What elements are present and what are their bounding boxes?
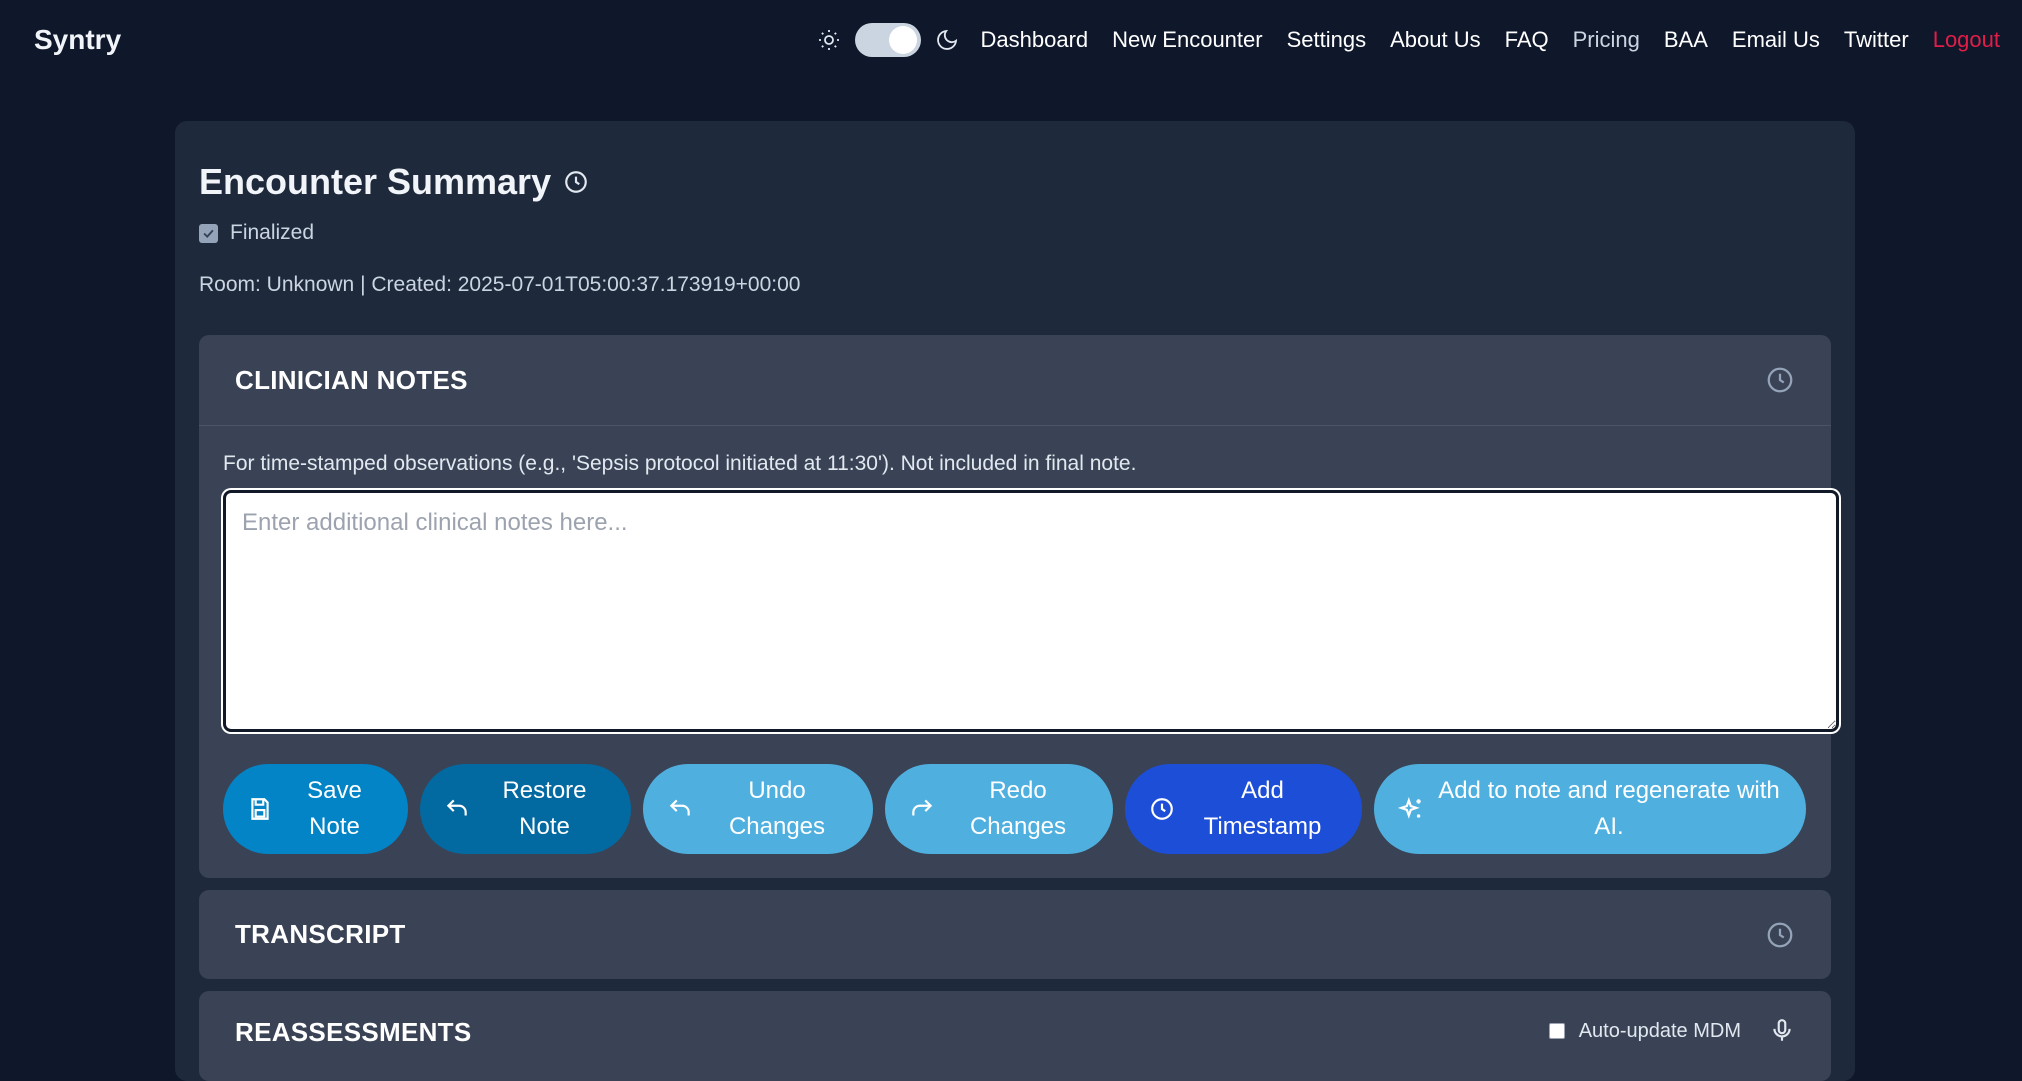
nav-link-baa[interactable]: BAA (1664, 27, 1708, 53)
nav-links: Dashboard New Encounter Settings About U… (981, 27, 2000, 53)
check-icon (203, 229, 214, 238)
nav-link-pricing[interactable]: Pricing (1573, 27, 1640, 53)
regenerate-with-ai-label: Add to note and regenerate with AI. (1438, 777, 1780, 840)
redo-arrow-icon (912, 799, 933, 816)
auto-update-mdm-label: Auto-update MDM (1578, 1019, 1741, 1042)
nav-link-dashboard[interactable]: Dashboard (981, 27, 1089, 53)
title-row: Encounter Summary (199, 161, 1831, 203)
notes-button-row: Save Note Restore Note Undo Changes Redo… (223, 764, 1807, 854)
redo-changes-label: Redo Changes (969, 777, 1067, 840)
redo-changes-button[interactable]: Redo Changes (885, 764, 1113, 854)
encounter-meta: Room: Unknown | Created: 2025-07-01T05:0… (199, 273, 801, 296)
clock-icon (1151, 798, 1173, 820)
brand-logo[interactable]: Syntry (34, 24, 121, 56)
reassessments-header[interactable]: REASSESSMENTS Auto-update MDM (199, 991, 1831, 1081)
save-note-label: Save Note (307, 777, 362, 840)
undo-changes-button[interactable]: Undo Changes (643, 764, 873, 854)
finalized-row: Finalized (199, 221, 1831, 245)
microphone-icon[interactable] (1769, 1017, 1795, 1045)
moon-icon (936, 29, 957, 50)
page-title: Encounter Summary (199, 161, 552, 202)
nav-link-settings[interactable]: Settings (1287, 27, 1367, 53)
regenerate-with-ai-button[interactable]: Add to note and regenerate with AI. (1374, 764, 1806, 854)
save-note-button[interactable]: Save Note (223, 764, 408, 854)
clinician-notes-header[interactable]: CLINICIAN NOTES (199, 335, 1831, 425)
undo-arrow-icon (669, 799, 690, 816)
undo-changes-label: Undo Changes (728, 777, 826, 840)
theme-switch[interactable] (854, 23, 921, 57)
clock-icon[interactable] (1765, 920, 1795, 950)
nav-right: Dashboard New Encounter Settings About U… (817, 23, 2000, 57)
nav-link-email-us[interactable]: Email Us (1732, 27, 1820, 53)
sun-icon (818, 30, 839, 50)
clinician-notes-hint: For time-stamped observations (e.g., 'Se… (223, 452, 1137, 475)
reassessments-title: REASSESSMENTS (235, 1017, 472, 1047)
transcript-title: TRANSCRIPT (235, 919, 406, 949)
theme-switch-knob (888, 26, 917, 54)
reassessments-controls: Auto-update MDM (1548, 1017, 1795, 1045)
theme-toggle (817, 23, 959, 57)
finalized-checkbox[interactable] (199, 223, 218, 243)
nav-link-new-encounter[interactable]: New Encounter (1112, 27, 1262, 53)
clinical-notes-textarea[interactable] (223, 490, 1839, 732)
restore-note-label: Restore Note (502, 777, 587, 840)
encounter-card: Encounter Summary Finalized Room: Unknow… (175, 121, 1855, 1081)
finalized-label: Finalized (230, 221, 315, 244)
clinician-notes-title: CLINICIAN NOTES (235, 364, 468, 395)
reassessments-section: REASSESSMENTS Auto-update MDM (199, 991, 1831, 1081)
save-icon (251, 798, 269, 820)
undo-arrow-icon (446, 799, 467, 816)
nav-link-faq[interactable]: FAQ (1505, 27, 1549, 53)
top-navbar: Syntry Dashboard New Encounter Settings … (0, 0, 2022, 80)
auto-update-mdm-checkbox[interactable] (1548, 1023, 1565, 1039)
clock-icon[interactable] (1765, 365, 1795, 395)
history-clock-icon[interactable] (563, 169, 589, 195)
clinician-notes-section: CLINICIAN NOTES For time-stamped observa… (199, 335, 1839, 878)
transcript-section: TRANSCRIPT (199, 890, 1831, 979)
clinician-notes-body: For time-stamped observations (e.g., 'Se… (199, 425, 1839, 878)
restore-note-button[interactable]: Restore Note (420, 764, 631, 854)
transcript-header[interactable]: TRANSCRIPT (199, 890, 1831, 979)
sparkles-icon (1398, 797, 1421, 819)
nav-link-about-us[interactable]: About Us (1390, 27, 1481, 53)
nav-link-logout[interactable]: Logout (1933, 27, 2000, 53)
nav-link-twitter[interactable]: Twitter (1844, 27, 1909, 53)
add-timestamp-label: Add Timestamp (1203, 777, 1322, 840)
add-timestamp-button[interactable]: Add Timestamp (1125, 764, 1362, 854)
